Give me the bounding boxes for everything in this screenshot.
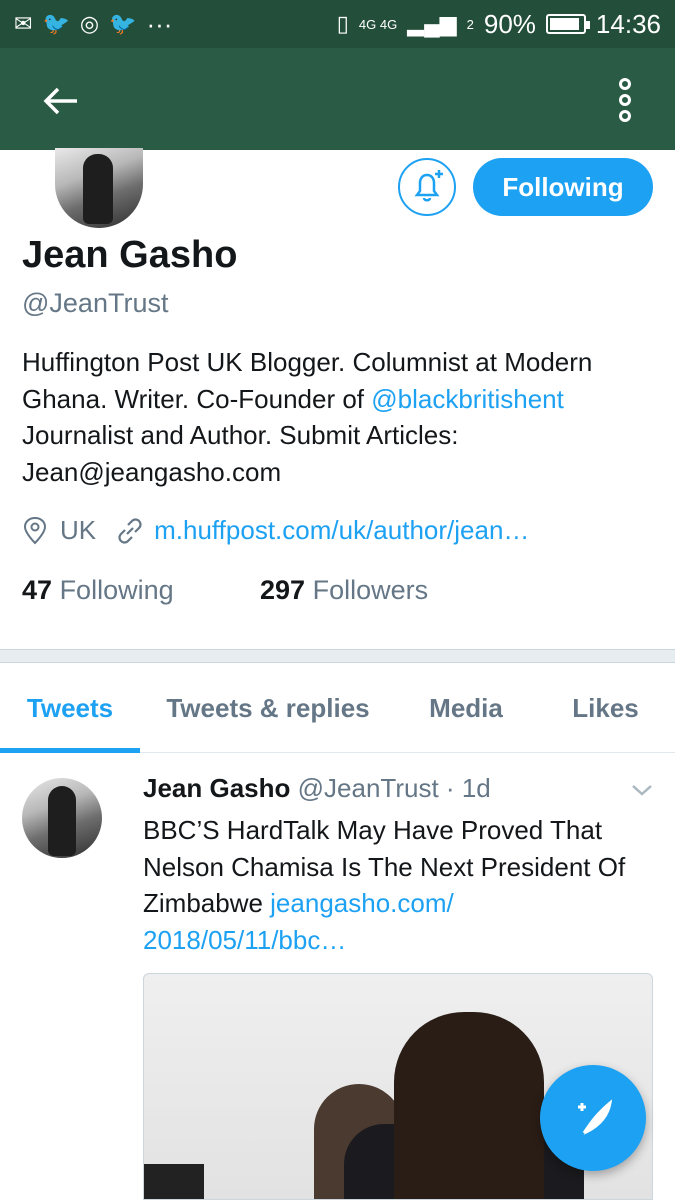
battery-icon <box>545 14 590 34</box>
profile-tabs: Tweets Tweets & replies Media Likes <box>0 663 675 753</box>
link-icon <box>118 517 142 544</box>
twitter-icon: 🐦 <box>42 11 70 36</box>
arrow-left-icon <box>43 87 77 115</box>
following-label: Following <box>59 575 174 605</box>
overflow-indicator: ··· <box>146 8 173 39</box>
followers-label: Followers <box>312 575 429 605</box>
instagram-icon: ◎ <box>79 11 100 36</box>
tab-media[interactable]: Media <box>396 663 536 753</box>
profile-name: Jean Gasho <box>22 234 238 276</box>
tweet-author-avatar[interactable] <box>22 778 102 858</box>
clock: 14:36 <box>595 8 661 39</box>
profile-meta: UK m.huffpost.com/uk/author/jean… <box>22 515 529 546</box>
network-type: 4G 4G <box>358 16 398 32</box>
notifications-button[interactable] <box>398 158 456 216</box>
vibrate-icon: ▯ <box>336 11 349 36</box>
tweet-author-handle: @JeanTrust <box>297 773 439 803</box>
following-count-link[interactable]: 47 Following <box>22 575 174 605</box>
tweet-options-button[interactable] <box>630 782 654 803</box>
followers-count-link[interactable]: 297 Followers <box>260 575 428 606</box>
app-bar <box>0 48 675 150</box>
avatar-figure <box>48 786 76 856</box>
sim-slot: 2 <box>466 16 474 32</box>
mail-icon: ✉ <box>14 11 33 36</box>
profile-website-link[interactable]: m.huffpost.com/uk/author/jean… <box>154 515 529 546</box>
battery-percent: 90% <box>483 8 536 39</box>
avatar-figure <box>83 154 113 224</box>
status-bar-system: ▯ 4G 4G ▂▄▆ 2 90% 14:36 <box>337 9 661 40</box>
profile-handle: @JeanTrust <box>22 288 169 318</box>
compose-tweet-button[interactable] <box>540 1065 646 1171</box>
followers-count: 297 <box>260 575 306 605</box>
media-camera <box>144 1164 204 1199</box>
kebab-dot <box>619 110 631 122</box>
bio-mention-link[interactable]: @blackbritishent <box>371 384 564 414</box>
tab-tweets[interactable]: Tweets <box>0 663 140 753</box>
tweet-header: Jean Gasho @JeanTrust · 1d <box>143 773 491 804</box>
profile-counts: 47 Following 297 Followers <box>22 575 428 606</box>
profile-bio: Huffington Post UK Blogger. Columnist at… <box>22 344 662 490</box>
location-pin-icon <box>23 516 47 544</box>
bio-text: Journalist and Author. Submit Articles: … <box>22 420 459 487</box>
kebab-dot <box>619 78 631 90</box>
tab-tweets-replies[interactable]: Tweets & replies <box>140 663 396 753</box>
compose-feather-icon <box>578 1099 613 1135</box>
status-bar: ✉ 🐦 ◎ 🐦 ··· ▯ 4G 4G ▂▄▆ 2 90% 14:36 <box>0 0 675 48</box>
section-divider <box>0 649 675 663</box>
tweet-time: 1d <box>461 773 491 803</box>
profile-location: UK <box>60 515 97 545</box>
media-person-foreground <box>394 1012 544 1199</box>
status-bar-notifications: ✉ 🐦 ◎ 🐦 ··· <box>14 9 172 40</box>
profile-avatar[interactable] <box>55 148 143 228</box>
tweet-author-name[interactable]: Jean Gasho <box>143 773 290 803</box>
twitter-icon: 🐦 <box>109 11 137 36</box>
more-options-button[interactable] <box>605 74 645 126</box>
kebab-dot <box>619 94 631 106</box>
back-button[interactable] <box>38 78 84 124</box>
tab-likes[interactable]: Likes <box>536 663 675 753</box>
following-count: 47 <box>22 575 53 605</box>
active-tab-indicator <box>0 748 140 753</box>
tweet-text: BBC’S HardTalk May Have Proved That Nels… <box>143 812 643 958</box>
chevron-down-icon <box>632 785 652 796</box>
signal-icon: ▂▄▆ <box>407 11 457 36</box>
bell-plus-icon <box>414 170 443 202</box>
tweet-separator: · <box>445 773 455 803</box>
following-button[interactable]: Following <box>473 158 653 216</box>
